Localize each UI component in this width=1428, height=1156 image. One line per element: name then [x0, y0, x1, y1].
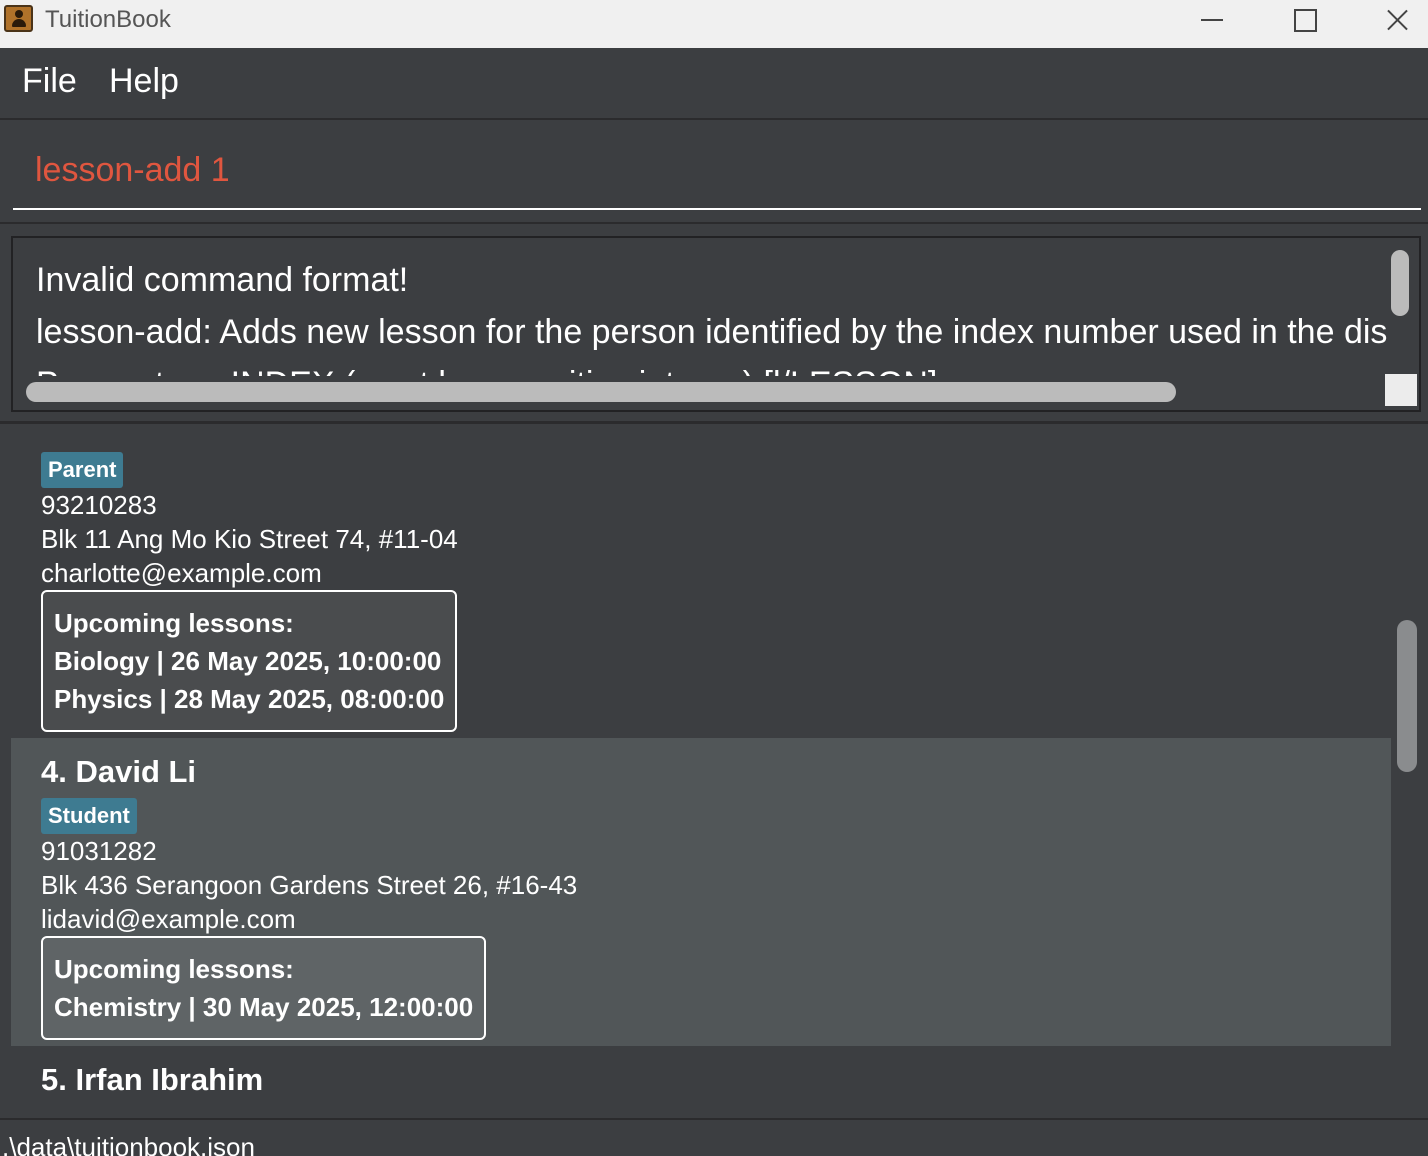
menu-help[interactable]: Help — [109, 62, 179, 101]
person-name: 4. David Li — [41, 754, 197, 789]
status-bar: .\data\tuitionbook.json — [0, 1118, 1428, 1156]
close-icon[interactable] — [1350, 0, 1428, 40]
maximize-icon[interactable] — [1258, 0, 1350, 40]
upcoming-lessons-box: Upcoming lessons: Biology | 26 May 2025,… — [41, 590, 458, 732]
window-title: TuitionBook — [45, 6, 171, 33]
lesson-item: Physics | 28 May 2025, 08:00:00 — [54, 684, 445, 714]
menu-file[interactable]: File — [22, 62, 77, 101]
address-text: Blk 436 Serangoon Gardens Street 26, #16… — [41, 870, 578, 900]
result-horizontal-scrollbar[interactable] — [26, 382, 1176, 402]
phone-text: 93210283 — [41, 490, 157, 520]
result-line: lesson-add: Adds new lesson for the pers… — [36, 313, 1389, 351]
lesson-item: Chemistry | 30 May 2025, 12:00:00 — [54, 992, 474, 1022]
lesson-item: Biology | 26 May 2025, 10:00:00 — [54, 646, 442, 676]
person-list[interactable]: Parent 93210283 Blk 11 Ang Mo Kio Street… — [11, 444, 1391, 1096]
result-vertical-scrollbar[interactable] — [1391, 250, 1409, 316]
save-file-path: .\data\tuitionbook.json — [2, 1132, 255, 1156]
minimize-icon[interactable] — [1166, 0, 1258, 40]
person-name: 5. Irfan Ibrahim — [41, 1062, 264, 1096]
email-text: lidavid@example.com — [41, 904, 296, 934]
address-book-icon — [4, 5, 33, 32]
person-card[interactable]: 5. Irfan Ibrahim — [11, 1046, 1391, 1096]
lessons-header: Upcoming lessons: — [54, 954, 294, 984]
command-box: lesson-add 1 — [0, 120, 1428, 222]
person-list-panel: Parent 93210283 Blk 11 Ang Mo Kio Street… — [0, 424, 1428, 1118]
command-input[interactable]: lesson-add 1 — [13, 144, 1421, 210]
lessons-header: Upcoming lessons: — [54, 608, 294, 638]
result-line: Parameters: INDEX (must be a positive in… — [36, 358, 1389, 376]
menu-bar: File Help — [0, 48, 1428, 120]
person-card-selected[interactable]: 4. David Li Student 91031282 Blk 436 Ser… — [11, 738, 1391, 1046]
scroll-corner — [1385, 374, 1417, 406]
tag-badge: Parent — [41, 452, 124, 488]
phone-text: 91031282 — [41, 836, 157, 866]
upcoming-lessons-box: Upcoming lessons: Chemistry | 30 May 202… — [41, 936, 487, 1040]
title-bar: TuitionBook — [0, 0, 1428, 48]
result-line: Invalid command format! — [36, 261, 409, 299]
result-display-panel: Invalid command format! lesson-add: Adds… — [0, 222, 1428, 424]
email-text: charlotte@example.com — [41, 558, 322, 588]
result-display[interactable]: Invalid command format! lesson-add: Adds… — [11, 236, 1421, 412]
person-card[interactable]: Parent 93210283 Blk 11 Ang Mo Kio Street… — [11, 444, 1391, 738]
tag-badge: Student — [41, 798, 137, 834]
address-text: Blk 11 Ang Mo Kio Street 74, #11-04 — [41, 524, 458, 554]
person-list-scrollbar[interactable] — [1397, 620, 1417, 772]
